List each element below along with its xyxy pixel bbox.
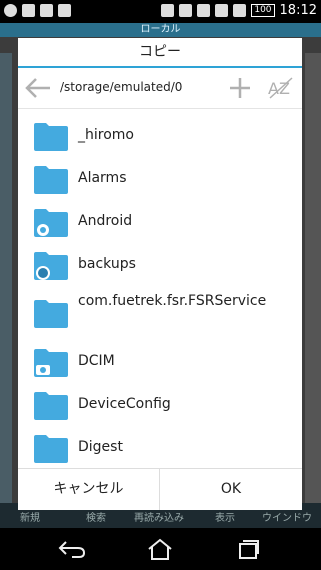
toolbar-view: 表示 xyxy=(215,513,235,524)
background-right-strip xyxy=(305,53,321,523)
current-path: /storage/emulated/0 xyxy=(60,80,183,94)
list-item[interactable]: Alarms xyxy=(18,157,302,200)
dialog-title: コピー xyxy=(139,44,181,60)
path-divider xyxy=(18,108,302,109)
toolbar-window: ウインドウ xyxy=(262,513,312,524)
file-name: Digest xyxy=(78,439,123,455)
file-name: Alarms xyxy=(78,170,127,186)
home-icon[interactable] xyxy=(147,538,173,560)
wifi-icon xyxy=(215,4,229,17)
file-name: com.fuetrek.fsr.FSRService xyxy=(78,293,267,309)
copy-dialog: コピー /storage/emulated/0 AZ _hiromo Alarm… xyxy=(18,38,302,510)
ok-button[interactable]: OK xyxy=(160,469,302,510)
arrow-left-icon[interactable] xyxy=(24,76,52,100)
file-name: DeviceConfig xyxy=(78,396,171,412)
toolbar-new: 新規 xyxy=(20,513,40,524)
battery-icon: 100 xyxy=(251,4,275,17)
toolbar-reload: 再読み込み xyxy=(134,513,184,524)
background-title: ローカル xyxy=(0,23,321,37)
file-name: _hiromo xyxy=(78,127,134,143)
folder-gear-icon xyxy=(34,209,68,237)
background-left-strip xyxy=(0,53,12,523)
list-item[interactable]: Android xyxy=(18,200,302,243)
recent-apps-icon[interactable] xyxy=(236,539,260,559)
image-notification-icon xyxy=(22,4,35,17)
list-item[interactable]: com.fuetrek.fsr.FSRService xyxy=(18,286,302,340)
file-list: _hiromo Alarms Android backups com.fuetr… xyxy=(18,114,302,466)
download-notification-icon xyxy=(58,4,71,17)
app-notification-icon xyxy=(40,4,53,17)
folder-icon xyxy=(34,435,68,463)
toolbar-search: 検索 xyxy=(86,513,106,524)
folder-app-icon xyxy=(34,252,68,280)
path-bar: /storage/emulated/0 AZ xyxy=(18,68,302,108)
cancel-button[interactable]: キャンセル xyxy=(18,469,160,510)
folder-camera-icon xyxy=(34,349,68,377)
file-name: DCIM xyxy=(78,353,115,369)
folder-icon xyxy=(34,300,68,328)
list-item[interactable]: DCIM xyxy=(18,340,302,383)
back-icon[interactable] xyxy=(58,540,86,558)
folder-icon xyxy=(34,123,68,151)
list-item[interactable]: Digest xyxy=(18,426,302,466)
signal-icon xyxy=(233,4,247,17)
folder-icon xyxy=(34,166,68,194)
list-item[interactable]: _hiromo xyxy=(18,114,302,157)
navigation-bar xyxy=(0,528,321,570)
bluetooth-icon xyxy=(161,4,175,17)
status-bar: 100 18:12 xyxy=(0,0,321,23)
list-item[interactable]: backups xyxy=(18,243,302,286)
nfc-icon xyxy=(179,4,193,17)
mute-icon xyxy=(197,4,211,17)
clock: 18:12 xyxy=(279,3,317,18)
folder-icon xyxy=(34,392,68,420)
list-item[interactable]: DeviceConfig xyxy=(18,383,302,426)
file-name: Android xyxy=(78,213,133,229)
plus-icon[interactable] xyxy=(228,76,252,100)
file-name: backups xyxy=(78,256,136,272)
sort-az-icon[interactable]: AZ xyxy=(268,76,294,100)
chat-notification-icon xyxy=(4,4,17,17)
